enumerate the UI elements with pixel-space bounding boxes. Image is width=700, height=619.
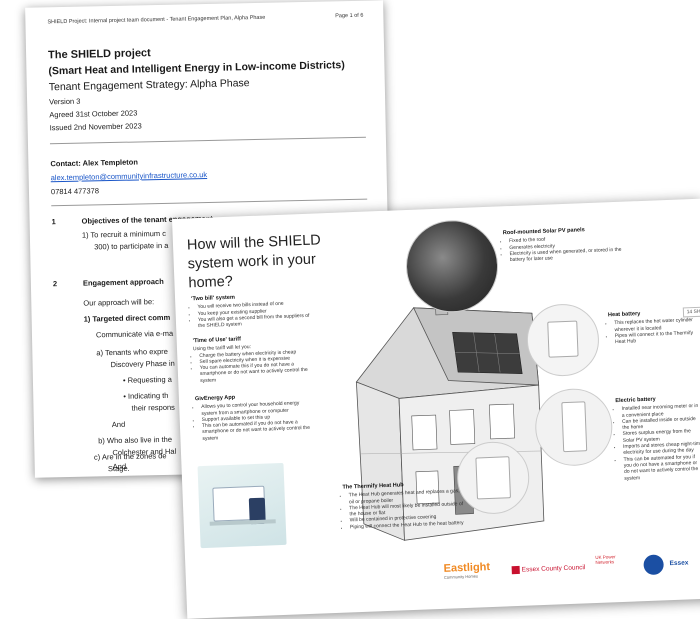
text-line: And [111, 419, 126, 430]
doc-title: The SHIELD project [47, 47, 151, 62]
infographic-title: How will the SHIELD system work in your … [186, 232, 322, 292]
text-line: c) Are in the zones de [93, 451, 167, 462]
infographic-page: How will the SHIELD system work in your … [172, 198, 700, 619]
text-line: Stage. [107, 463, 130, 474]
section-2-heading: 2 Engagement approach [53, 277, 164, 288]
text-line: 300) to participate in a [94, 240, 169, 252]
tou-block: 'Time of Use' tariff Using the tariff wi… [193, 334, 315, 385]
doc-subtitle: (Smart Heat and Intelligent Energy in Lo… [48, 59, 345, 78]
text-line: Discovery Phase in [110, 358, 175, 370]
text-line: 1) Targeted direct comm [83, 312, 171, 324]
electric-battery-block: Electric battery Installed near incoming… [615, 395, 700, 482]
section-number: 1 [51, 217, 56, 227]
electric-battery-icon [561, 401, 588, 453]
eastlight-name: Eastlight [443, 561, 491, 575]
heat-hub-block: The Thermify Heat Hub The Heat Hub gener… [342, 480, 464, 531]
list-item: Pipes will connect it to the Thermify He… [615, 330, 695, 346]
text-line: Communicate via e-ma [95, 328, 174, 340]
text-line: • Requesting a [122, 374, 172, 385]
givenergy-app-image [197, 462, 287, 549]
list-item: This can be automated if you do not have… [202, 419, 317, 442]
essex-cc-name: Essex County Council [521, 564, 586, 574]
contact-phone: 07814 477378 [50, 186, 100, 197]
essex-circle-icon [643, 554, 665, 576]
heat-battery-icon [547, 320, 579, 358]
solar-block: Roof-mounted Solar PV panels Fixed to th… [503, 226, 624, 264]
strategy-title: Tenant Engagement Strategy: Alpha Phase [48, 77, 250, 94]
contact-block: Contact: Alex Templeton alex.templeton@c… [50, 154, 207, 199]
list-item: You can automate this if you do not have… [200, 361, 315, 384]
header-left: SHIELD Project: Internal project team do… [47, 14, 266, 26]
heat-battery-block: Heat battery This replaces the hot water… [608, 309, 695, 346]
essex-logo-text: Essex [669, 559, 689, 568]
two-bill-block: 'Two bill' system You will receive two b… [191, 292, 312, 330]
essex-cc-logo: Essex County Council [511, 563, 586, 575]
section-number: 2 [52, 279, 58, 289]
section-title: Engagement approach [82, 276, 164, 288]
divider [49, 136, 366, 145]
essex-shield-icon [511, 565, 520, 575]
header-right: Page 1 of 6 [335, 12, 364, 20]
givenergy-block: GivEnergy App Allows you to control your… [195, 392, 317, 443]
title-block: The SHIELD project (Smart Heat and Intel… [48, 43, 370, 137]
eastlight-logo: Eastlight Community Homes [443, 561, 490, 580]
list-item: This can be automated for you if you do … [623, 453, 700, 482]
page-header: SHIELD Project: Internal project team do… [47, 13, 363, 26]
text-line: 1) To recruit a minimum c [81, 228, 167, 240]
text-line: Our approach will be: [83, 297, 155, 308]
divider [51, 198, 368, 207]
text-line: their respons [131, 402, 175, 413]
text-line: b) Who also live in the [98, 434, 173, 446]
text-line: • Indicating th [123, 390, 169, 401]
ukpn-logo: UK Power Networks [595, 554, 616, 565]
text-line: a) Tenants who expre [96, 346, 169, 358]
heat-hub-icon [475, 456, 511, 500]
issued-date: Issued 2nd November 2023 [49, 121, 142, 133]
eastlight-sub: Community Homes [443, 573, 479, 580]
